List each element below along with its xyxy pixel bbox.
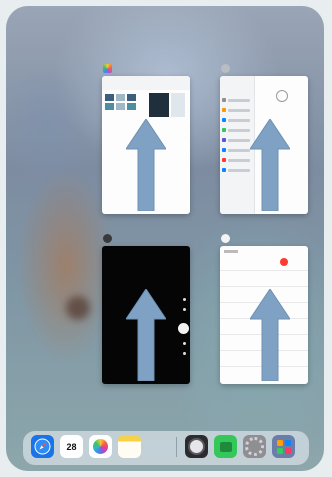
app-switcher-screen[interactable] [6, 6, 324, 471]
sidebar-row [228, 109, 250, 112]
calendar-date-label: 28 [66, 441, 77, 452]
calendar-app-icon [221, 233, 230, 243]
notes-app-icon[interactable] [118, 435, 141, 458]
swipe-up-arrow-icon [126, 119, 166, 211]
app-card-2[interactable] [220, 76, 308, 214]
camera-app-icon[interactable] [185, 435, 208, 458]
card-header-2[interactable] [221, 61, 234, 75]
sidebar-icon [222, 98, 226, 102]
compass-icon [34, 438, 51, 455]
camera-app-icon [103, 233, 112, 243]
sidebar-row [228, 139, 250, 142]
today-marker [280, 258, 288, 266]
photos-flower-icon [93, 439, 108, 454]
calendar-gridline [220, 270, 308, 271]
sidebar-row [228, 99, 250, 102]
gear-icon [245, 437, 264, 456]
camera-control [183, 352, 186, 355]
sidebar-icon [222, 138, 226, 142]
card-1-thumb [116, 103, 125, 110]
sidebar-icon [222, 148, 226, 152]
app-card-4[interactable] [220, 246, 308, 384]
calendar-header [224, 250, 238, 253]
sidebar-row [228, 129, 250, 132]
swipe-up-arrow-icon [250, 289, 290, 381]
profile-avatar-icon [276, 90, 288, 102]
card-1-preview [149, 93, 169, 117]
card-1-thumb [127, 103, 136, 110]
camera-control [183, 308, 186, 311]
dock-divider [176, 437, 177, 457]
sidebar-icon [222, 168, 226, 172]
sidebar-icon [222, 128, 226, 132]
sidebar-row [228, 159, 250, 162]
app-card-3[interactable] [102, 246, 190, 384]
card-header-1[interactable] [103, 61, 116, 75]
bag-icon [219, 441, 232, 452]
card-1-thumb [127, 94, 136, 101]
ipad-frame: 28 [0, 0, 332, 477]
sidebar-icon [222, 158, 226, 162]
card-header-4[interactable] [221, 231, 234, 245]
swipe-up-arrow-icon [250, 119, 290, 211]
sidebar-icon [222, 118, 226, 122]
sidebar-row [228, 149, 250, 152]
shutter-button-icon [178, 323, 189, 334]
wallpaper-spot [66, 296, 90, 320]
photos-app-icon [103, 63, 112, 73]
app-library-icon[interactable] [272, 435, 295, 458]
camera-control [183, 298, 186, 301]
card-1-thumb [105, 103, 114, 110]
sidebar-row [228, 169, 250, 172]
card-1-toolbar [102, 76, 190, 90]
settings-app-icon [221, 63, 230, 73]
sidebar-icon [222, 108, 226, 112]
card-header-3[interactable] [103, 231, 116, 245]
app-card-1[interactable] [102, 76, 190, 214]
app-grid-icon [276, 439, 291, 454]
camera-control [183, 342, 186, 345]
card-1-thumb [116, 94, 125, 101]
app-store-icon[interactable] [214, 435, 237, 458]
dock: 28 [23, 431, 309, 465]
calendar-gridline [220, 286, 308, 287]
swipe-up-arrow-icon [126, 289, 166, 381]
card-1-preview [171, 93, 185, 117]
card-1-thumb [105, 94, 114, 101]
sidebar-row [228, 119, 250, 122]
safari-app-icon[interactable] [31, 435, 54, 458]
photos-app-icon[interactable] [89, 435, 112, 458]
lens-icon [188, 438, 205, 455]
settings-app-icon[interactable] [243, 435, 266, 458]
calendar-app-icon[interactable]: 28 [60, 435, 83, 458]
